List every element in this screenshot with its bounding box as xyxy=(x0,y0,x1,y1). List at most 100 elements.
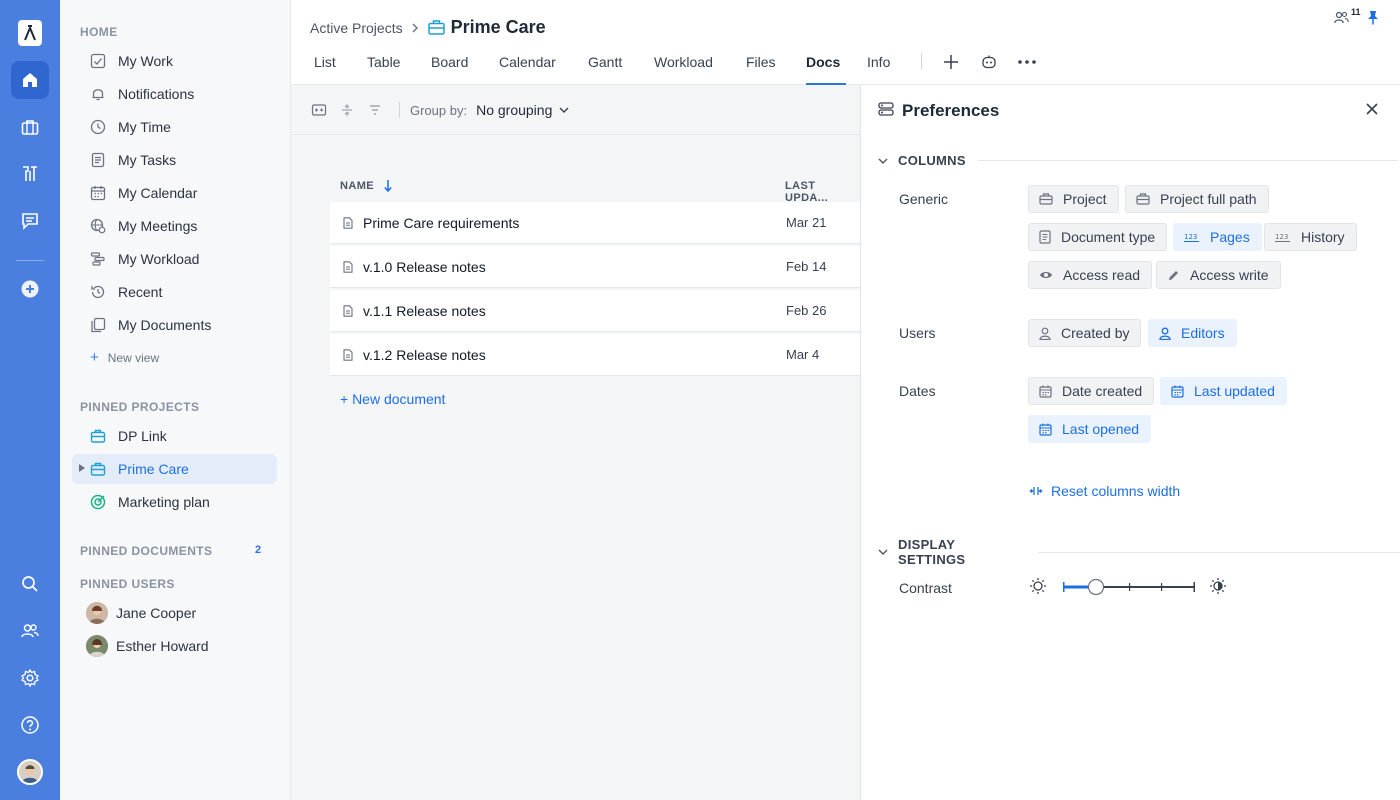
document-name[interactable]: v.1.2 Release notes xyxy=(363,347,786,363)
columns-section-header[interactable]: COLUMNS xyxy=(878,153,1398,168)
people-icon[interactable] xyxy=(11,612,49,650)
pinned-user-esther-howard[interactable]: Esther Howard xyxy=(86,635,209,657)
tab-files[interactable]: Files xyxy=(746,54,776,87)
search-icon[interactable] xyxy=(11,565,49,603)
document-name[interactable]: Prime Care requirements xyxy=(363,215,786,231)
members-icon[interactable] xyxy=(1333,10,1349,24)
group-by-value: No grouping xyxy=(476,102,553,118)
column-header-last-updated[interactable]: LAST UPDA... xyxy=(785,180,860,204)
add-view-icon[interactable] xyxy=(942,53,960,71)
robot-icon[interactable] xyxy=(980,53,998,71)
more-options-icon[interactable] xyxy=(1017,53,1037,71)
home-icon[interactable] xyxy=(11,61,49,99)
tab-board[interactable]: Board xyxy=(431,54,468,87)
chip-document-type[interactable]: Document type xyxy=(1028,223,1168,251)
tab-workload[interactable]: Workload xyxy=(654,54,713,87)
tab-gantt[interactable]: Gantt xyxy=(588,54,622,87)
pinned-users-title: PINNED USERS xyxy=(80,577,175,591)
sidebar-item-my-time[interactable]: My Time xyxy=(72,112,277,142)
preferences-icon xyxy=(878,101,894,117)
filter-icon[interactable] xyxy=(367,102,383,118)
chip-project-full-path[interactable]: Project full path xyxy=(1125,185,1269,213)
table-row[interactable]: v.1.0 Release notes Feb 14 xyxy=(330,246,860,288)
tools-icon[interactable] xyxy=(11,155,49,193)
breadcrumb: Active Projects Prime Care xyxy=(310,17,546,38)
expand-icon[interactable] xyxy=(311,102,327,118)
briefcase-icon[interactable] xyxy=(11,108,49,146)
avatar xyxy=(86,635,108,657)
clock-icon xyxy=(90,119,106,135)
chip-created-by[interactable]: Created by xyxy=(1028,319,1142,347)
bell-icon xyxy=(90,86,106,102)
reset-columns-width-button[interactable]: Reset columns width xyxy=(1029,483,1180,499)
group-by-select[interactable]: Group by: No grouping xyxy=(410,102,569,118)
sidebar-project-dp-link[interactable]: DP Link xyxy=(72,421,277,451)
sidebar-item-my-tasks[interactable]: My Tasks xyxy=(72,145,277,175)
plus-icon: + xyxy=(90,349,99,366)
sidebar: HOME My Work Notifications My Time My Ta… xyxy=(60,0,291,800)
tab-docs[interactable]: Docs xyxy=(806,54,846,85)
pin-icon[interactable] xyxy=(1366,9,1380,25)
contrast-slider[interactable] xyxy=(1063,578,1195,596)
add-icon[interactable] xyxy=(11,270,49,308)
new-document-button[interactable]: + New document xyxy=(340,391,445,407)
sidebar-item-my-work[interactable]: My Work xyxy=(72,46,277,76)
pinned-user-jane-cooper[interactable]: Jane Cooper xyxy=(86,602,196,624)
table-row[interactable]: v.1.1 Release notes Feb 26 xyxy=(330,290,860,332)
gear-icon[interactable] xyxy=(11,659,49,697)
new-view-button[interactable]: + New view xyxy=(90,349,159,366)
chip-project[interactable]: Project xyxy=(1028,185,1119,213)
tasks-icon xyxy=(90,152,106,168)
toolbar-divider xyxy=(399,102,400,118)
expand-arrow-icon[interactable] xyxy=(79,464,85,472)
sidebar-project-marketing-plan[interactable]: Marketing plan xyxy=(72,487,277,517)
sidebar-item-notifications[interactable]: Notifications xyxy=(72,79,277,109)
chat-icon[interactable] xyxy=(11,202,49,240)
collapse-icon[interactable] xyxy=(339,102,355,118)
user-avatar[interactable] xyxy=(17,759,43,785)
chip-access-write[interactable]: Access write xyxy=(1156,261,1281,289)
pinned-documents-title[interactable]: PINNED DOCUMENTS xyxy=(80,544,212,558)
chevron-down-icon xyxy=(559,107,569,113)
help-icon[interactable] xyxy=(11,706,49,744)
table-row[interactable]: Prime Care requirements Mar 21 xyxy=(330,202,860,244)
sidebar-item-my-meetings[interactable]: My Meetings xyxy=(72,211,277,241)
chip-access-read[interactable]: Access read xyxy=(1028,261,1153,289)
sidebar-project-prime-care[interactable]: Prime Care xyxy=(72,454,277,484)
document-name[interactable]: v.1.1 Release notes xyxy=(363,303,786,319)
sort-down-icon[interactable] xyxy=(384,180,392,192)
column-header-name[interactable]: NAME xyxy=(340,180,392,192)
sidebar-item-my-workload[interactable]: My Workload xyxy=(72,244,277,274)
slider-tick xyxy=(1129,583,1131,591)
sidebar-item-label: My Documents xyxy=(118,317,212,333)
tab-calendar[interactable]: Calendar xyxy=(499,54,556,87)
document-name[interactable]: v.1.0 Release notes xyxy=(363,259,786,275)
document-date: Feb 26 xyxy=(786,303,827,318)
chip-pages[interactable]: 123 Pages xyxy=(1173,223,1262,251)
breadcrumb-parent[interactable]: Active Projects xyxy=(310,20,403,36)
sidebar-item-recent[interactable]: Recent xyxy=(72,277,277,307)
table-row[interactable]: v.1.2 Release notes Mar 4 xyxy=(330,334,860,376)
sidebar-item-label: My Meetings xyxy=(118,218,198,234)
chip-label: Document type xyxy=(1061,229,1156,245)
logo-icon[interactable] xyxy=(18,20,42,46)
chip-last-updated[interactable]: Last updated xyxy=(1160,377,1287,405)
close-icon[interactable] xyxy=(1365,102,1379,116)
tab-table[interactable]: Table xyxy=(367,54,400,87)
numbers-icon: 123 xyxy=(1184,231,1200,243)
slider-knob[interactable] xyxy=(1087,578,1105,596)
document-icon xyxy=(343,260,353,273)
briefcase-icon xyxy=(1136,193,1150,205)
chip-date-created[interactable]: Date created xyxy=(1028,377,1155,405)
chip-last-opened[interactable]: Last opened xyxy=(1028,415,1152,443)
tab-info[interactable]: Info xyxy=(867,54,890,87)
members-count: 11 xyxy=(1351,7,1361,17)
sidebar-item-my-calendar[interactable]: My Calendar xyxy=(72,178,277,208)
chip-label: Access read xyxy=(1063,267,1141,283)
tab-list[interactable]: List xyxy=(314,54,336,87)
display-settings-section-header[interactable]: DISPLAY SETTINGS xyxy=(878,537,1400,567)
chip-editors[interactable]: Editors xyxy=(1148,319,1237,347)
chip-history[interactable]: 123 History xyxy=(1264,223,1357,251)
sidebar-item-my-documents[interactable]: My Documents xyxy=(72,310,277,340)
chevron-down-icon xyxy=(878,549,888,555)
